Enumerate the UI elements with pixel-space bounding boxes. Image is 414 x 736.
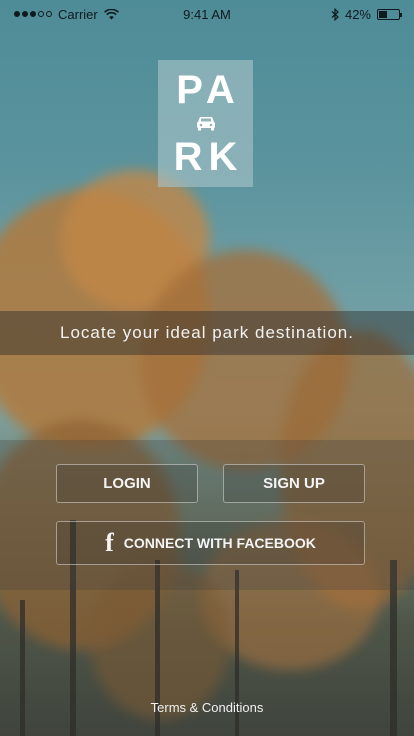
battery-icon	[377, 8, 402, 20]
battery-percentage: 42%	[344, 6, 371, 22]
bluetooth-icon	[331, 7, 339, 21]
login-screen: Carrier 9:41 AM 42% PA RK Locate your id…	[0, 0, 414, 736]
facebook-button-label: CONNECT WITH FACEBOOK	[123, 535, 316, 551]
app-logo: PA RK	[158, 60, 253, 187]
tagline-banner: Locate your ideal park destination.	[0, 311, 414, 355]
logo-text-bottom: RK	[173, 135, 244, 179]
status-bar: Carrier 9:41 AM 42%	[0, 0, 414, 28]
login-button[interactable]: LOGIN	[56, 464, 198, 503]
signup-button[interactable]: SIGN UP	[223, 464, 365, 503]
tree-trunk	[20, 600, 25, 736]
terms-link[interactable]: Terms & Conditions	[0, 700, 414, 715]
auth-panel	[0, 440, 414, 590]
facebook-connect-button[interactable]: f CONNECT WITH FACEBOOK	[56, 521, 365, 565]
facebook-icon: f	[105, 528, 114, 557]
car-icon	[196, 117, 215, 131]
login-button-label: LOGIN	[103, 475, 151, 492]
battery-level-fill	[379, 10, 387, 18]
signup-button-label: SIGN UP	[263, 475, 325, 492]
logo-text-top: PA	[176, 68, 241, 112]
tagline-text: Locate your ideal park destination.	[60, 323, 354, 342]
